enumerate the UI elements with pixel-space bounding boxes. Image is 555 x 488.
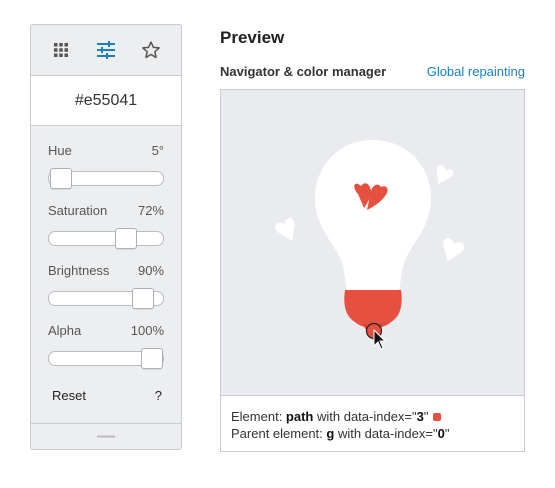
saturation-control: Saturation 72% (48, 203, 164, 249)
global-repainting-link[interactable]: Global repainting (427, 64, 525, 79)
bulb-glass (315, 140, 431, 290)
heart-shape-left (275, 217, 295, 241)
brightness-label: Brightness (48, 263, 110, 278)
brightness-header: Brightness 90% (48, 263, 164, 279)
info-text: " (444, 426, 450, 441)
saturation-slider-thumb[interactable] (115, 228, 137, 249)
saturation-slider[interactable] (48, 228, 164, 249)
brightness-value: 90% (137, 263, 164, 278)
color-editor-panel: #e55041 Hue 5° Saturation 72% Brightness 90% A… (30, 24, 182, 450)
color-swatch (432, 413, 441, 421)
hue-slider[interactable] (48, 168, 164, 189)
element-index: 3 (416, 409, 424, 424)
page-title: Preview (220, 28, 285, 47)
heart-shape-top-right (436, 164, 454, 184)
grid-icon[interactable] (48, 37, 74, 63)
saturation-header: Saturation 72% (48, 203, 164, 219)
saturation-value: 72% (137, 203, 164, 218)
element-info-line: Element: path with data-index="3" (231, 408, 449, 425)
hue-header: Hue 5° (48, 143, 164, 159)
alpha-slider[interactable] (48, 348, 164, 369)
hex-color-field[interactable]: #e55041 (31, 76, 181, 126)
info-text: with data-index=" (334, 426, 438, 441)
brightness-control: Brightness 90% (48, 263, 164, 309)
info-text: Element: (231, 409, 286, 424)
alpha-slider-thumb[interactable] (141, 348, 163, 369)
info-text: with data-index=" (313, 409, 417, 424)
heart-shape-right (443, 237, 465, 262)
element-tag: path (285, 409, 314, 424)
preview-canvas: Element: path with data-index="3" Parent… (220, 89, 525, 452)
help-button[interactable]: ? (155, 388, 162, 403)
panel-toolbar (31, 25, 181, 76)
saturation-label: Saturation (48, 203, 108, 218)
reset-row: Reset? (48, 388, 164, 403)
resize-handle[interactable] (31, 423, 181, 449)
alpha-label: Alpha (48, 323, 82, 338)
alpha-control: Alpha 100% (48, 323, 164, 369)
hue-value: 5° (151, 143, 164, 158)
brightness-slider-thumb[interactable] (132, 288, 154, 309)
alpha-header: Alpha 100% (48, 323, 164, 339)
color-controls: Hue 5° Saturation 72% Brightness 90% Alpha 100%… (31, 143, 181, 403)
hue-label: Hue (48, 143, 72, 158)
alpha-value: 100% (130, 323, 164, 338)
reset-button[interactable]: Reset (52, 388, 86, 403)
sliders-icon[interactable] (93, 37, 119, 63)
parent-info-line: Parent element: g with data-index="0" (231, 425, 449, 442)
element-info: Element: path with data-index="3" Parent… (231, 408, 449, 442)
brightness-slider[interactable] (48, 288, 164, 309)
hue-control: Hue 5° (48, 143, 164, 189)
bulb-base (344, 290, 402, 328)
lightbulb-illustration[interactable] (221, 90, 524, 396)
grip-icon (97, 435, 115, 438)
parent-index: 0 (437, 426, 445, 441)
info-text: " (423, 409, 429, 424)
hue-slider-thumb[interactable] (50, 168, 72, 189)
star-icon[interactable] (138, 37, 164, 63)
navigator-label: Navigator & color manager (220, 64, 387, 79)
info-text: Parent element: (231, 426, 327, 441)
